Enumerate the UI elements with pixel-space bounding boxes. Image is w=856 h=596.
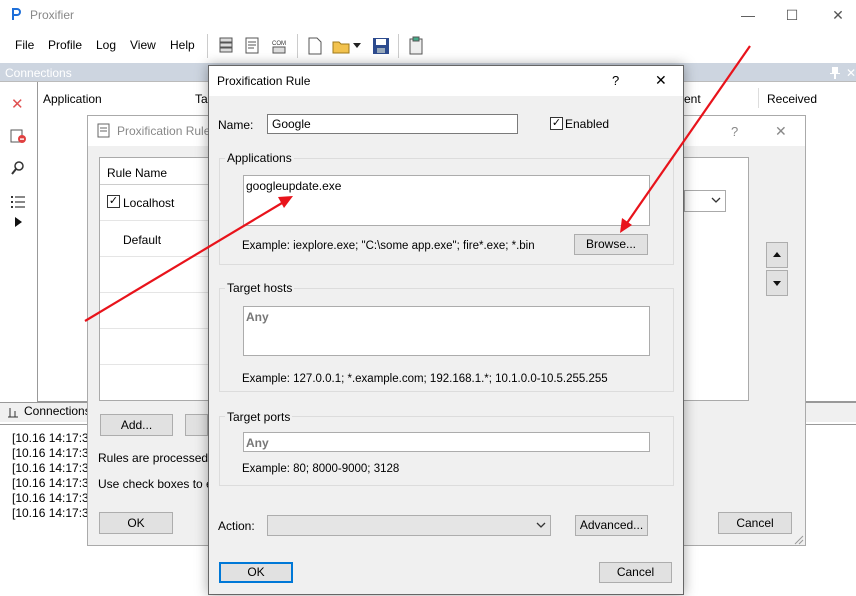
maximize-button[interactable]: ☐ bbox=[778, 4, 806, 26]
column-target[interactable]: Ta bbox=[195, 92, 208, 106]
toolbar-separator bbox=[398, 34, 399, 58]
pin-icon[interactable] bbox=[829, 66, 841, 79]
rule-default-name: Default bbox=[123, 233, 162, 247]
column-divider bbox=[758, 88, 759, 108]
log-line: [10.16 14:17:37 bbox=[12, 476, 96, 490]
play-icon[interactable] bbox=[15, 217, 23, 227]
name-field[interactable]: Google bbox=[267, 114, 518, 134]
open-folder-icon[interactable] bbox=[331, 36, 351, 56]
log-line: [10.16 14:17:37 bbox=[12, 431, 96, 445]
rule-row-empty bbox=[100, 329, 208, 365]
log-line: [10.16 14:17:37 bbox=[12, 506, 96, 520]
enabled-checkbox[interactable]: ✓ bbox=[550, 117, 563, 130]
app-title: Proxifier bbox=[30, 8, 75, 22]
dialog-close-button[interactable]: ✕ bbox=[655, 72, 667, 89]
list-view-icon[interactable] bbox=[10, 194, 26, 210]
main-titlebar bbox=[0, 0, 856, 30]
rules-cancel-button[interactable]: Cancel bbox=[718, 512, 792, 534]
browse-button[interactable]: Browse... bbox=[574, 234, 648, 255]
applications-label: Applications bbox=[225, 151, 294, 165]
target-ports-example: Example: 80; 8000-9000; 3128 bbox=[242, 463, 400, 475]
action-select[interactable] bbox=[267, 515, 551, 536]
toolbar-separator bbox=[207, 34, 208, 58]
log-line: [10.16 14:17:37 bbox=[12, 491, 96, 505]
clipboard-icon[interactable] bbox=[406, 36, 426, 56]
minimize-button[interactable]: — bbox=[734, 4, 762, 26]
toolbar-separator bbox=[297, 34, 298, 58]
rules-info-text-1: Rules are processed fr bbox=[98, 451, 219, 465]
rule-localhost-name: Localhost bbox=[123, 196, 175, 210]
name-resolution-icon[interactable]: COM bbox=[270, 36, 290, 56]
name-label: Name: bbox=[218, 118, 254, 132]
clone-rule-button[interactable] bbox=[185, 414, 208, 436]
column-received[interactable]: Received bbox=[767, 92, 817, 106]
tab-connections[interactable]: Connections bbox=[24, 404, 91, 418]
proxifier-screen: Proxifier — ☐ ✕ File Profile Log View He… bbox=[0, 0, 856, 596]
connections-tab-icon bbox=[8, 408, 18, 418]
resize-grip-icon[interactable] bbox=[792, 533, 804, 545]
menu-view[interactable]: View bbox=[130, 38, 156, 52]
proxy-servers-icon[interactable] bbox=[216, 36, 236, 56]
action-label: Action: bbox=[218, 519, 255, 533]
menu-help[interactable]: Help bbox=[170, 38, 195, 52]
rule-edit-title: Proxification Rule bbox=[217, 74, 311, 88]
menu-bar bbox=[0, 30, 856, 62]
save-icon[interactable] bbox=[371, 36, 391, 56]
rules-dialog-close-button[interactable]: ✕ bbox=[775, 123, 787, 140]
target-hosts-label: Target hosts bbox=[225, 281, 295, 295]
enabled-label: Enabled bbox=[565, 117, 610, 131]
proxification-rules-icon[interactable] bbox=[243, 36, 263, 56]
remove-icon[interactable] bbox=[10, 128, 26, 144]
rule-list-header: Rule Name bbox=[107, 166, 168, 180]
chevron-down-icon[interactable] bbox=[711, 197, 721, 204]
proxifier-logo-icon bbox=[12, 8, 21, 20]
advanced-button[interactable]: Advanced... bbox=[575, 515, 648, 536]
rules-ok-button[interactable]: OK bbox=[99, 512, 173, 534]
svg-text:COM: COM bbox=[272, 41, 286, 47]
rule-row-empty bbox=[100, 257, 208, 293]
target-hosts-example: Example: 127.0.0.1; *.example.com; 192.1… bbox=[242, 373, 608, 385]
log-line: [10.16 14:17:37 bbox=[12, 461, 96, 475]
rules-dialog-title: Proxification Rule bbox=[117, 124, 211, 138]
rule-localhost-checkbox[interactable]: ✓ bbox=[107, 195, 120, 208]
ok-button[interactable]: OK bbox=[219, 562, 293, 583]
rules-info-text-2: Use check boxes to ena bbox=[98, 477, 227, 491]
applications-example: Example: iexplore.exe; "C:\some app.exe"… bbox=[242, 240, 535, 252]
log-line: [10.16 14:17:37 bbox=[12, 446, 96, 460]
menu-file[interactable]: File bbox=[15, 38, 34, 52]
rules-dialog-help-button[interactable]: ? bbox=[731, 124, 738, 139]
applications-field[interactable]: googleupdate.exe bbox=[243, 175, 650, 226]
target-ports-field[interactable]: Any bbox=[243, 432, 650, 452]
add-rule-button[interactable]: Add... bbox=[100, 414, 173, 436]
arrow-down-icon bbox=[773, 281, 781, 286]
rule-row-empty bbox=[100, 293, 208, 329]
close-connection-icon[interactable]: ✕ bbox=[11, 95, 24, 113]
new-profile-icon[interactable] bbox=[305, 36, 325, 56]
arrow-up-icon bbox=[773, 252, 781, 257]
target-hosts-field[interactable]: Any bbox=[243, 306, 650, 356]
target-ports-label: Target ports bbox=[225, 410, 293, 424]
column-application[interactable]: Application bbox=[43, 92, 102, 106]
rules-dialog-icon bbox=[97, 123, 110, 138]
cancel-button[interactable]: Cancel bbox=[599, 562, 672, 583]
close-button[interactable]: ✕ bbox=[824, 4, 852, 26]
menu-log[interactable]: Log bbox=[96, 38, 116, 52]
find-icon[interactable] bbox=[10, 160, 26, 176]
menu-profile[interactable]: Profile bbox=[48, 38, 82, 52]
panel-close-icon[interactable]: ✕ bbox=[846, 66, 856, 80]
column-sent[interactable]: ent bbox=[684, 92, 701, 106]
help-button[interactable]: ? bbox=[612, 73, 619, 88]
chevron-down-icon[interactable] bbox=[353, 43, 361, 49]
connections-panel-title: Connections bbox=[5, 66, 72, 80]
chevron-down-icon[interactable] bbox=[536, 522, 546, 529]
